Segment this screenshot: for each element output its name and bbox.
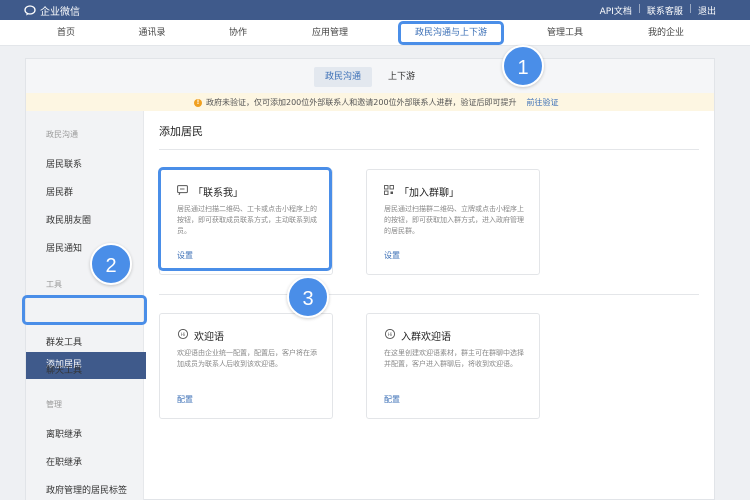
top-bar: 企业微信 API文档 | 联系客服 | 退出	[0, 0, 750, 20]
brand[interactable]: 企业微信	[24, 3, 80, 18]
configure-link[interactable]: 配置	[177, 394, 193, 405]
sidebar-highlight-frame	[22, 295, 147, 325]
nav-home[interactable]: 首页	[57, 20, 75, 46]
feature-title: 入群欢迎语	[401, 332, 451, 343]
subtab-upstream-downstream[interactable]: 上下游	[388, 67, 415, 87]
sidebar-item-resident-tags[interactable]: 政府管理的居民标签	[46, 483, 127, 496]
step-badge-3: 3	[287, 276, 329, 318]
step-badge-1: 1	[502, 45, 544, 87]
api-docs-link[interactable]: API文档	[600, 4, 632, 17]
nav-my-enterprise[interactable]: 我的企业	[648, 20, 684, 46]
sub-tabs: 政民沟通 上下游	[26, 59, 714, 93]
nav-highlight-frame	[398, 21, 504, 45]
sidebar-item-moments[interactable]: 政民朋友圈	[46, 213, 91, 226]
sidebar-item-chat-tools[interactable]: 聊天工具	[46, 363, 82, 376]
hi-group-icon: Hi	[384, 328, 396, 343]
step-badge-2: 2	[90, 243, 132, 285]
notice-text: 政府未验证，仅可添加200位外部联系人和邀请200位外部联系人进群，验证后即可提…	[206, 98, 517, 107]
feature-title: 「加入群聊」	[399, 188, 459, 199]
verify-link[interactable]: 前往验证	[527, 97, 559, 108]
nav-collaboration[interactable]: 协作	[229, 20, 247, 46]
main-nav: 首页 通讯录 协作 应用管理 政民沟通与上下游 管理工具 我的企业	[0, 20, 750, 46]
contact-support-link[interactable]: 联系客服	[647, 4, 683, 17]
wecom-logo-icon	[24, 5, 36, 16]
sidebar-item-employed-inheritance[interactable]: 在职继承	[46, 455, 82, 468]
section-divider	[159, 294, 699, 295]
hi-icon: Hi	[177, 328, 189, 343]
feature-description: 欢迎语由企业统一配置，配置后，客户将在添加成员为联系人后收到该欢迎语。	[177, 349, 317, 368]
sidebar-item-resident-contact[interactable]: 居民联系	[46, 157, 82, 170]
nav-app-management[interactable]: 应用管理	[312, 20, 348, 46]
link-separator: |	[637, 4, 641, 14]
sidebar-item-resident-group[interactable]: 居民群	[46, 185, 73, 198]
feature-highlight-frame	[158, 167, 332, 271]
feature-title: 欢迎语	[194, 332, 224, 343]
subtab-government-communication[interactable]: 政民沟通	[314, 67, 373, 87]
link-separator: |	[688, 4, 692, 14]
svg-text:Hi: Hi	[181, 331, 186, 337]
brand-name: 企业微信	[40, 7, 80, 18]
title-divider	[159, 149, 699, 150]
warning-icon: !	[194, 98, 202, 107]
verification-notice: ! 政府未验证，仅可添加200位外部联系人和邀请200位外部联系人进群，验证后即…	[26, 93, 714, 111]
sidebar-group-government: 政民沟通	[46, 130, 78, 139]
nav-contacts[interactable]: 通讯录	[138, 20, 165, 46]
configure-link[interactable]: 配置	[384, 394, 400, 405]
feature-card-welcome-message[interactable]: Hi 欢迎语 欢迎语由企业统一配置，配置后，客户将在添加成员为联系人后收到该欢迎…	[159, 313, 333, 419]
qrcode-icon	[384, 185, 394, 198]
svg-text:Hi: Hi	[388, 331, 393, 337]
sidebar-item-departed-inheritance[interactable]: 离职继承	[46, 427, 82, 440]
logout-link[interactable]: 退出	[698, 4, 716, 17]
main-card: 政民沟通 上下游 ! 政府未验证，仅可添加200位外部联系人和邀请200位外部联…	[25, 58, 715, 500]
sidebar-group-management: 管理	[46, 400, 62, 409]
setup-link[interactable]: 设置	[384, 250, 400, 261]
sidebar-group-tools: 工具	[46, 280, 62, 289]
sidebar-item-mass-messaging[interactable]: 群发工具	[46, 335, 82, 348]
feature-card-join-group[interactable]: 「加入群聊」 居民通过扫描群二维码、立牌或点击小程序上的按钮，即可获取加入群方式…	[366, 169, 540, 275]
sidebar-item-resident-notice[interactable]: 居民通知	[46, 241, 82, 254]
sidebar-item-add-resident[interactable]: 添加居民	[26, 352, 146, 379]
feature-card-group-welcome[interactable]: Hi 入群欢迎语 在这里创建欢迎语素材，群主可在群聊中选择并配置，客户进入群聊后…	[366, 313, 540, 419]
feature-description: 在这里创建欢迎语素材，群主可在群聊中选择并配置，客户进入群聊后，将收到欢迎语。	[384, 349, 524, 368]
nav-management-tools[interactable]: 管理工具	[547, 20, 583, 46]
page-title: 添加居民	[159, 125, 203, 138]
feature-description: 居民通过扫描群二维码、立牌或点击小程序上的按钮，即可获取加入群方式，进入政府管理…	[384, 205, 524, 235]
